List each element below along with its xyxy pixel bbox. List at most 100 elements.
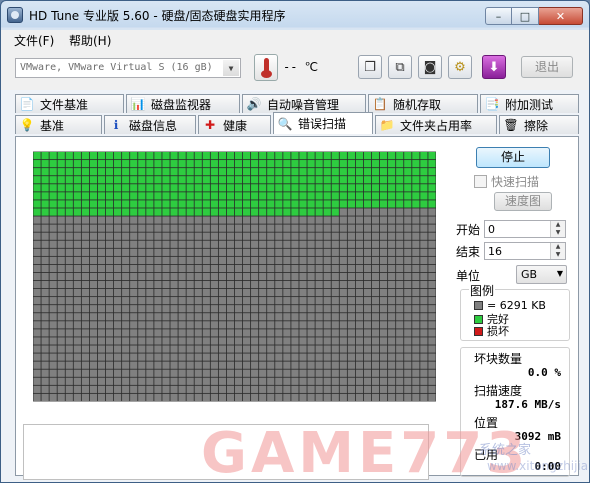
scan-block-pending bbox=[218, 313, 227, 321]
scan-block-ok bbox=[105, 151, 114, 160]
end-spinbox[interactable]: 16 ▲ ▼ bbox=[484, 242, 566, 260]
options-button[interactable]: ⚙ bbox=[448, 55, 472, 79]
scan-block-pending bbox=[89, 345, 98, 353]
scan-block-pending bbox=[226, 305, 235, 313]
scan-block-pending bbox=[138, 361, 146, 369]
scan-block-pending bbox=[355, 288, 364, 297]
scan-block-pending bbox=[194, 248, 202, 256]
scan-block-pending bbox=[65, 272, 73, 281]
scan-block-ok bbox=[339, 184, 347, 192]
spin-arrows-icon[interactable]: ▲ ▼ bbox=[550, 221, 565, 237]
chevron-down-icon[interactable]: ▼ bbox=[223, 60, 239, 76]
scan-block-ok bbox=[267, 184, 275, 192]
scan-block-pending bbox=[89, 305, 98, 313]
scan-block-pending bbox=[267, 232, 275, 240]
scan-block-ok bbox=[81, 200, 90, 208]
scan-block-pending bbox=[379, 345, 388, 353]
scan-block-pending bbox=[275, 248, 283, 256]
menu-file[interactable]: 文件(F) bbox=[14, 32, 54, 49]
scan-block-ok bbox=[114, 168, 122, 176]
temperature-button[interactable] bbox=[254, 54, 278, 81]
scan-block-pending bbox=[57, 361, 65, 369]
tab-label: 附加测试 bbox=[505, 97, 554, 112]
scan-block-ok bbox=[49, 168, 57, 176]
scan-block-pending bbox=[105, 240, 114, 248]
tab-disk-info[interactable]: ℹ 磁盘信息 bbox=[104, 115, 196, 134]
tab-aam[interactable]: 🔊 自动噪音管理 bbox=[242, 94, 366, 113]
screenshot-button[interactable]: ◙ bbox=[418, 55, 442, 79]
scan-block-pending bbox=[130, 216, 138, 224]
copy-all-button[interactable]: ⧉ bbox=[388, 55, 412, 79]
tab-disk-monitor[interactable]: 📊 磁盘监视器 bbox=[126, 94, 240, 113]
copy-info-button[interactable]: ❐ bbox=[358, 55, 382, 79]
speed-map-button[interactable]: 速度图 bbox=[494, 192, 552, 211]
scan-block-pending bbox=[202, 321, 210, 329]
scan-block-pending bbox=[275, 313, 283, 321]
quick-scan-checkbox[interactable]: 快速扫描 bbox=[474, 173, 539, 190]
tab-folder-usage[interactable]: 📁 文件夹占用率 bbox=[375, 115, 497, 134]
scan-block-pending bbox=[202, 329, 210, 337]
scan-block-ok bbox=[57, 176, 65, 184]
tab-erase[interactable]: 🗑 擦除 bbox=[499, 115, 579, 134]
scan-block-pending bbox=[315, 280, 323, 289]
scan-block-pending bbox=[89, 256, 98, 265]
scan-block-pending bbox=[114, 337, 122, 345]
scan-block-pending bbox=[339, 361, 347, 369]
close-button[interactable]: ✕ bbox=[539, 7, 583, 25]
scan-block-pending bbox=[154, 264, 162, 273]
scan-block-ok bbox=[251, 200, 259, 208]
scan-block-pending bbox=[267, 248, 275, 256]
scan-block-ok bbox=[428, 160, 436, 168]
tab-error-scan[interactable]: 🔍 错误扫描 bbox=[273, 112, 373, 134]
tab-file-benchmark[interactable]: 📄 文件基准 bbox=[15, 94, 124, 113]
scan-block-ok bbox=[57, 184, 65, 192]
scan-block-pending bbox=[57, 313, 65, 321]
save-button[interactable]: ⬇ bbox=[482, 55, 506, 79]
tab-health[interactable]: ✚ 健康 bbox=[198, 115, 271, 134]
scan-block-pending bbox=[178, 313, 186, 321]
scan-block-pending bbox=[347, 272, 355, 281]
scan-block-ok bbox=[371, 200, 380, 208]
start-spinbox[interactable]: 0 ▲ ▼ bbox=[484, 220, 566, 238]
scan-block-pending bbox=[146, 313, 154, 321]
scan-block-ok bbox=[122, 176, 130, 184]
scan-block-pending bbox=[315, 313, 323, 321]
exit-button[interactable]: 退出 bbox=[521, 56, 573, 78]
tab-extra-tests[interactable]: 📑 附加测试 bbox=[480, 94, 579, 113]
menu-help[interactable]: 帮助(H) bbox=[69, 32, 111, 49]
scan-block-pending bbox=[41, 280, 49, 289]
scan-block-pending bbox=[307, 321, 315, 329]
minimize-button[interactable]: – bbox=[485, 7, 512, 25]
title-bar[interactable]: HD Tune 专业版 5.60 - 硬盘/固态硬盘实用程序 – □ ✕ bbox=[1, 1, 589, 29]
scan-block-pending bbox=[428, 361, 436, 369]
unit-select[interactable]: GB ▼ bbox=[516, 265, 567, 284]
tab-random-access[interactable]: 📋 随机存取 bbox=[368, 94, 478, 113]
scan-block-pending bbox=[363, 353, 372, 361]
maximize-button[interactable]: □ bbox=[512, 7, 539, 25]
scan-block-pending bbox=[363, 369, 372, 377]
scan-block-pending bbox=[122, 232, 130, 240]
scan-block-pending bbox=[154, 288, 162, 297]
spin-arrows-icon[interactable]: ▲ ▼ bbox=[550, 243, 565, 259]
start-label: 开始 bbox=[456, 223, 481, 237]
scan-block-pending bbox=[41, 240, 49, 248]
stop-button[interactable]: 停止 bbox=[476, 147, 550, 168]
scan-block-pending bbox=[259, 248, 267, 256]
scan-block-pending bbox=[89, 288, 98, 297]
scan-block-ok bbox=[242, 176, 251, 184]
scan-block-pending bbox=[259, 345, 267, 353]
scan-block-pending bbox=[122, 385, 130, 393]
scan-block-pending bbox=[259, 369, 267, 377]
drive-select[interactable]: VMware, VMware Virtual S (16 gB) ▼ bbox=[15, 58, 241, 78]
scan-block-pending bbox=[210, 305, 218, 313]
scan-block-pending bbox=[251, 393, 259, 402]
checkbox-box[interactable] bbox=[474, 175, 487, 188]
scan-block-pending bbox=[41, 297, 49, 305]
scan-block-ok bbox=[162, 151, 170, 160]
scan-block-pending bbox=[178, 248, 186, 256]
scan-block-pending bbox=[291, 264, 299, 273]
scan-block-pending bbox=[73, 305, 81, 313]
scan-block-ok bbox=[226, 176, 235, 184]
scan-block-pending bbox=[331, 280, 339, 289]
tab-benchmark[interactable]: 💡 基准 bbox=[15, 115, 102, 134]
